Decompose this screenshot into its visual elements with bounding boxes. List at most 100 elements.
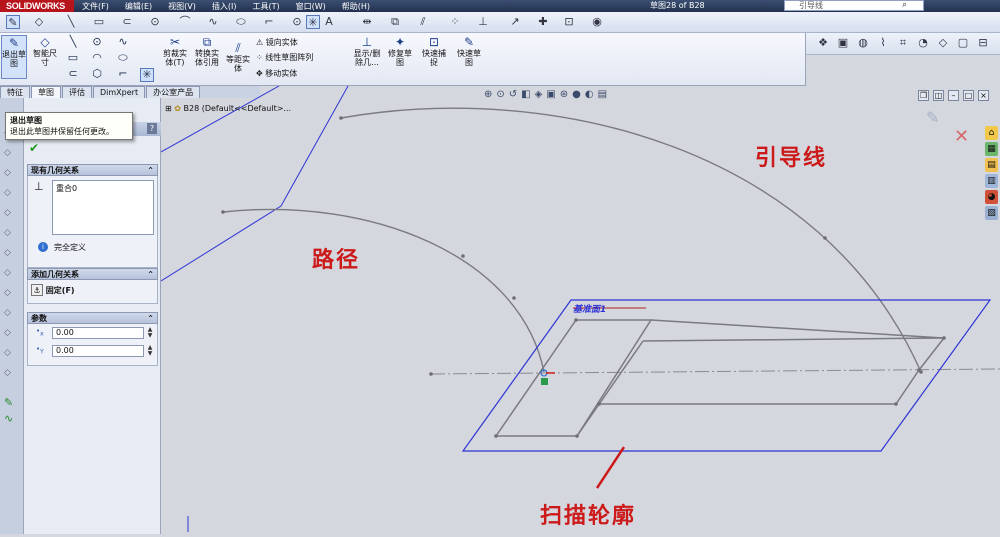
repair-sketch-button[interactable]: ✦ 修复草图 — [386, 35, 414, 67]
relations-list[interactable]: 重合0 — [52, 180, 154, 235]
mirror-button[interactable]: ⚠ 镜向实体 — [256, 38, 298, 48]
spline-icon[interactable]: ∿ — [206, 15, 220, 29]
zoom-area-icon[interactable]: ⊙ — [496, 88, 504, 102]
view-settings-icon[interactable]: ▤ — [598, 88, 607, 102]
fix-relation-button[interactable]: ⚓ 固定(F) — [31, 284, 75, 296]
revolve-icon[interactable]: ◍ — [856, 36, 870, 50]
existing-relations-header[interactable]: 现有几何关系 ⌃ — [27, 164, 158, 176]
smart-dimension-icon[interactable]: ◇ — [32, 15, 46, 29]
design-library-icon[interactable]: ▦ — [985, 142, 998, 156]
exit-sketch-button[interactable]: ✎ 退出草图 — [1, 35, 27, 79]
tree-node-icon[interactable]: ◇ — [4, 248, 11, 258]
x-coordinate-field[interactable]: 0.00 — [52, 327, 144, 339]
arc-icon[interactable]: ⌒ — [178, 15, 192, 29]
tree-node-icon[interactable]: ◇ — [4, 208, 11, 218]
zoom-to-fit-icon[interactable]: ⊕ — [484, 88, 492, 102]
menu-tools[interactable]: 工具(T) — [244, 1, 287, 12]
pattern-icon[interactable]: ⁘ — [448, 15, 462, 29]
rectangle-icon[interactable]: ▭ — [92, 15, 106, 29]
snap-icon[interactable]: ↗ — [508, 15, 522, 29]
tab-evaluate[interactable]: 评估 — [62, 86, 92, 98]
resources-icon[interactable]: ⌂ — [985, 126, 998, 140]
x-spinner[interactable]: ▲ ▼ — [146, 327, 154, 339]
confirm-sketch-icon[interactable]: ✎ — [926, 108, 939, 127]
sketch-feature-icon[interactable]: ∿ — [4, 412, 13, 425]
collapse-chevron-icon[interactable]: ⌃ — [147, 269, 154, 280]
rapid-sketch-button[interactable]: ✎ 快速草图 — [454, 35, 484, 67]
help-icon[interactable]: ? — [147, 123, 157, 134]
hide-show-icon[interactable]: ⊛ — [560, 88, 568, 102]
fillet-icon[interactable]: ⌐ — [262, 15, 276, 29]
linear-pattern-button[interactable]: ⁘ 线性草图阵列 — [256, 53, 313, 63]
ellipse-tool-icon[interactable]: ⬭ — [116, 52, 130, 64]
menu-file[interactable]: 文件(F) — [74, 1, 117, 12]
convert-button[interactable]: ⧉ 转换实体引用 — [192, 35, 222, 67]
mirror-icon[interactable]: ⇹ — [360, 15, 374, 29]
cancel-sketch-icon[interactable]: ✕ — [954, 126, 969, 147]
show-delete-relations-button[interactable]: ⊥ 显示/删除几... — [350, 35, 384, 67]
tree-node-icon[interactable]: ◇ — [4, 368, 11, 378]
tree-node-icon[interactable]: ◇ — [4, 188, 11, 198]
file-explorer-icon[interactable]: ▤ — [985, 158, 998, 172]
add-relations-header[interactable]: 添加几何关系 ⌃ — [27, 268, 158, 280]
display-style-icon[interactable]: ▣ — [546, 88, 555, 102]
line-icon[interactable]: ╲ — [64, 15, 78, 29]
tree-node-icon[interactable]: ◇ — [4, 288, 11, 298]
repair-icon[interactable]: ◉ — [590, 15, 604, 29]
sweep-icon[interactable]: ⌇ — [876, 36, 890, 50]
menu-edit[interactable]: 编辑(E) — [117, 1, 160, 12]
y-coordinate-field[interactable]: 0.00 — [52, 345, 144, 357]
rib-icon[interactable]: ⊟ — [976, 36, 990, 50]
extrude-icon[interactable]: ▣ — [836, 36, 850, 50]
relations-icon[interactable]: ⊥ — [476, 15, 490, 29]
collapse-chevron-icon[interactable]: ⌃ — [147, 165, 154, 176]
rectangle-tool-icon[interactable]: ▭ — [66, 52, 80, 64]
ok-check-icon[interactable]: ✔ — [29, 141, 39, 155]
menu-help[interactable]: 帮助(H) — [334, 1, 378, 12]
tile-icon[interactable]: ◫ — [933, 90, 944, 101]
y-spinner[interactable]: ▲ ▼ — [146, 345, 154, 357]
tab-sketch[interactable]: 草图 — [31, 86, 61, 98]
point-icon[interactable]: ⊙ — [290, 15, 304, 29]
previous-view-icon[interactable]: ↺ — [509, 88, 517, 102]
tab-dimxpert[interactable]: DimXpert — [93, 86, 146, 98]
parameters-header[interactable]: 参数 ⌃ — [27, 312, 158, 324]
menu-insert[interactable]: 插入(I) — [204, 1, 245, 12]
list-item[interactable]: 重合0 — [56, 183, 150, 194]
minimize-icon[interactable]: – — [948, 90, 959, 101]
trim-button[interactable]: ✂ 剪裁实体(T) — [160, 35, 190, 67]
text-icon[interactable]: A — [322, 15, 336, 29]
centerline-icon[interactable]: ✳ — [306, 15, 320, 29]
view-orientation-icon[interactable]: ◈ — [535, 88, 543, 102]
tree-node-icon[interactable]: ◇ — [4, 228, 11, 238]
add-relation-icon[interactable]: ✚ — [536, 15, 550, 29]
tree-node-icon[interactable]: ◇ — [4, 148, 11, 158]
offset-button[interactable]: ⫽ 等距实体 — [224, 41, 252, 73]
chamfer-icon[interactable]: ◇ — [936, 36, 950, 50]
custom-properties-icon[interactable]: ▧ — [985, 206, 998, 220]
rapid-sketch-icon[interactable]: ⊡ — [562, 15, 576, 29]
tree-node-icon[interactable]: ◇ — [4, 348, 11, 358]
slot-icon[interactable]: ⊂ — [120, 15, 134, 29]
slot-tool-icon[interactable]: ⊂ — [66, 68, 80, 80]
shell-icon[interactable]: ▢ — [956, 36, 970, 50]
feature-icon[interactable]: ❖ — [816, 36, 830, 50]
close-icon[interactable]: × — [978, 90, 989, 101]
construction-icon[interactable]: ✳ — [140, 68, 154, 82]
restore-icon[interactable]: ❐ — [918, 90, 929, 101]
fillet-tool-icon[interactable]: ⌐ — [116, 68, 130, 80]
tree-node-icon[interactable]: ◇ — [4, 168, 11, 178]
ellipse-icon[interactable]: ⬭ — [234, 15, 248, 29]
maximize-icon[interactable]: □ — [963, 90, 974, 101]
expand-icon[interactable]: ⊞ — [165, 104, 172, 113]
move-button[interactable]: ✥ 移动实体 — [256, 69, 297, 79]
menu-view[interactable]: 视图(V) — [160, 1, 204, 12]
circle-icon[interactable]: ⊙ — [148, 15, 162, 29]
collapse-chevron-icon[interactable]: ⌃ — [147, 313, 154, 324]
sketch-feature-icon[interactable]: ✎ — [4, 396, 13, 409]
flyout-tree-root[interactable]: ⊞ ✿ B28 (Default<<Default>... — [165, 104, 291, 114]
menu-window[interactable]: 窗口(W) — [288, 1, 334, 12]
tree-node-icon[interactable]: ◇ — [4, 328, 11, 338]
appearance-icon[interactable]: ● — [572, 88, 581, 102]
sketch-icon[interactable]: ✎ — [6, 15, 20, 29]
